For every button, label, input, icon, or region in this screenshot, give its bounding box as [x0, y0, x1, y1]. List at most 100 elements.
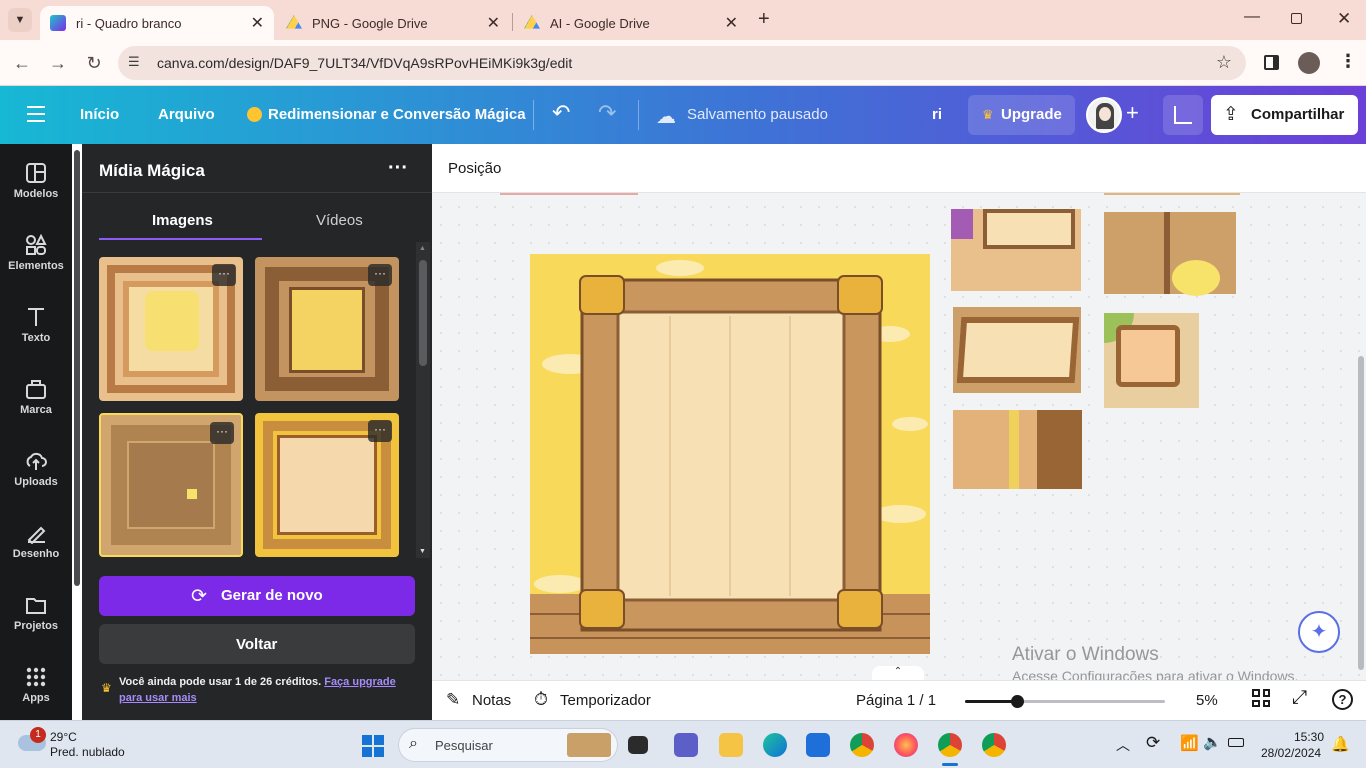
image-options-icon[interactable]: ··· — [368, 264, 392, 286]
reload-icon[interactable]: ↻ — [82, 51, 106, 75]
show-hidden-icons[interactable]: ︿ — [1116, 735, 1130, 755]
share-button[interactable]: ⇪ Compartilhar — [1211, 95, 1358, 135]
image-options-icon[interactable]: ··· — [212, 264, 236, 286]
file-menu[interactable]: Arquivo — [158, 106, 215, 123]
rail-item-templates[interactable]: Modelos — [0, 162, 72, 200]
teams-icon[interactable] — [674, 733, 698, 757]
canvas-image-thumbnail[interactable] — [953, 307, 1081, 393]
back-icon[interactable]: ← — [10, 51, 34, 75]
tab-search-button[interactable]: ▼ — [8, 8, 32, 32]
image-options-icon[interactable]: ··· — [210, 422, 234, 444]
weather-widget[interactable]: 1 29°C Pred. nublado — [14, 727, 154, 761]
rail-item-uploads[interactable]: Uploads — [0, 450, 72, 488]
generated-image-4[interactable]: ··· — [255, 413, 399, 557]
scroll-thumb[interactable] — [419, 260, 427, 366]
zoom-slider-handle[interactable] — [1011, 695, 1024, 708]
zoom-level[interactable]: 5% — [1196, 692, 1218, 709]
browser-tab-drive-png[interactable]: PNG - Google Drive ✕ — [276, 6, 510, 40]
close-tab-icon[interactable]: ✕ — [251, 13, 264, 33]
generated-image-1[interactable]: ··· — [99, 257, 243, 401]
task-view-icon[interactable] — [628, 736, 648, 754]
windows-start-icon[interactable] — [362, 735, 384, 757]
bookmark-star-icon[interactable]: ☆ — [1216, 52, 1232, 73]
chrome-profile-icon[interactable] — [982, 733, 1006, 757]
insights-button[interactable] — [1163, 95, 1203, 135]
generated-image-2[interactable]: ··· — [255, 257, 399, 401]
microsoft-store-icon[interactable] — [806, 733, 830, 757]
minimize-window-icon[interactable]: — — [1244, 8, 1260, 26]
panel-more-icon[interactable]: ··· — [388, 157, 408, 180]
image-options-icon[interactable]: ··· — [368, 420, 392, 442]
url-text[interactable]: canva.com/design/DAF9_7ULT34/VfDVqA9sRPo… — [157, 55, 572, 71]
firefox-icon[interactable] — [894, 733, 918, 757]
chrome-icon[interactable] — [850, 733, 874, 757]
tab-videos[interactable]: Vídeos — [316, 212, 363, 229]
home-menu[interactable]: Início — [80, 106, 119, 123]
rail-scrollbar[interactable] — [74, 150, 80, 586]
add-collaborator-icon[interactable]: + — [1126, 100, 1139, 126]
clock-time[interactable]: 15:30 — [1294, 730, 1324, 744]
volume-icon[interactable]: 🔈 — [1203, 733, 1222, 751]
site-settings-icon[interactable]: ☰ — [128, 54, 148, 72]
regenerate-button[interactable]: ⟳ Gerar de novo — [99, 576, 415, 616]
restore-window-icon[interactable] — [1291, 13, 1302, 24]
timer-button[interactable]: Temporizador — [560, 692, 651, 709]
sync-icon[interactable]: ⟳ — [1146, 733, 1160, 753]
workspace-scrollbar[interactable] — [1358, 356, 1364, 670]
clock-date[interactable]: 28/02/2024 — [1261, 746, 1321, 760]
zoom-slider[interactable] — [965, 695, 1165, 708]
forward-icon[interactable]: → — [46, 51, 70, 75]
back-button[interactable]: Voltar — [99, 624, 415, 664]
help-icon[interactable]: ? — [1332, 689, 1353, 710]
upgrade-button[interactable]: ♛ Upgrade — [968, 95, 1075, 135]
battery-icon[interactable] — [1228, 738, 1244, 747]
canvas-image-thumbnail[interactable] — [1104, 313, 1199, 408]
file-explorer-icon[interactable] — [719, 733, 743, 757]
main-frame-image[interactable] — [530, 254, 930, 654]
rail-item-text[interactable]: Texto — [0, 306, 72, 344]
address-bar[interactable]: ☰ canva.com/design/DAF9_7ULT34/VfDVqA9sR… — [118, 46, 1246, 80]
design-title[interactable]: ri — [932, 106, 942, 123]
rail-item-brand[interactable]: Marca — [0, 378, 72, 416]
chrome-menu-icon[interactable]: ⋮ — [1339, 51, 1357, 72]
partial-image-top[interactable] — [500, 193, 638, 195]
canvas-image-thumbnail[interactable] — [1104, 212, 1236, 296]
rail-item-apps[interactable]: Apps — [0, 666, 72, 704]
close-tab-icon[interactable]: ✕ — [725, 13, 738, 33]
grid-view-icon[interactable] — [1252, 689, 1270, 707]
rail-item-projects[interactable]: Projetos — [0, 594, 72, 632]
scroll-up-icon[interactable]: ▲ — [419, 245, 426, 252]
user-avatar[interactable] — [1086, 97, 1122, 133]
close-tab-icon[interactable]: ✕ — [487, 13, 500, 33]
chrome-profile-icon[interactable] — [938, 733, 962, 757]
canvas-image-thumbnail[interactable] — [953, 410, 1082, 489]
wifi-icon[interactable]: 📶 — [1180, 734, 1199, 752]
new-tab-button[interactable]: + — [758, 8, 770, 31]
fullscreen-icon[interactable]: ⤢ — [1292, 687, 1307, 709]
partial-image-top[interactable] — [1104, 193, 1240, 195]
redo-icon[interactable]: ↷ — [598, 100, 616, 126]
profile-avatar[interactable] — [1298, 52, 1320, 74]
close-window-icon[interactable]: ✕ — [1337, 9, 1351, 29]
rail-item-draw[interactable]: Desenho — [0, 522, 72, 560]
hamburger-menu-icon[interactable] — [27, 106, 45, 122]
tab-images[interactable]: Imagens — [152, 212, 213, 229]
rail-item-elements[interactable]: Elementos — [0, 234, 72, 272]
notes-button[interactable]: Notas — [472, 692, 511, 709]
browser-tab-drive-ai[interactable]: AI - Google Drive ✕ — [514, 6, 748, 40]
scroll-down-icon[interactable]: ▼ — [419, 548, 426, 555]
magic-assistant-button[interactable]: ✦ — [1298, 611, 1340, 653]
page-indicator[interactable]: Página 1 / 1 — [856, 692, 936, 709]
undo-icon[interactable]: ↶ — [552, 100, 570, 126]
expand-pages-handle[interactable]: ⌃ — [872, 666, 924, 680]
browser-tab-canva[interactable]: ri - Quadro branco ✕ — [40, 6, 274, 40]
edge-icon[interactable] — [763, 733, 787, 757]
notifications-bell-icon[interactable]: 🔔 — [1331, 735, 1350, 753]
canvas-workspace[interactable]: Ativar o Windows Acesse Configurações pa… — [432, 144, 1366, 720]
generated-image-3[interactable]: ··· — [99, 413, 243, 557]
resize-magic-menu[interactable]: Redimensionar e Conversão Mágica — [268, 106, 526, 123]
panel-scrollbar[interactable]: ▲ ▼ — [416, 242, 430, 558]
canvas-image-thumbnail[interactable] — [951, 209, 1081, 291]
taskbar-search[interactable]: ⌕ Pesquisar — [398, 728, 618, 762]
side-panel-icon[interactable] — [1264, 55, 1279, 70]
